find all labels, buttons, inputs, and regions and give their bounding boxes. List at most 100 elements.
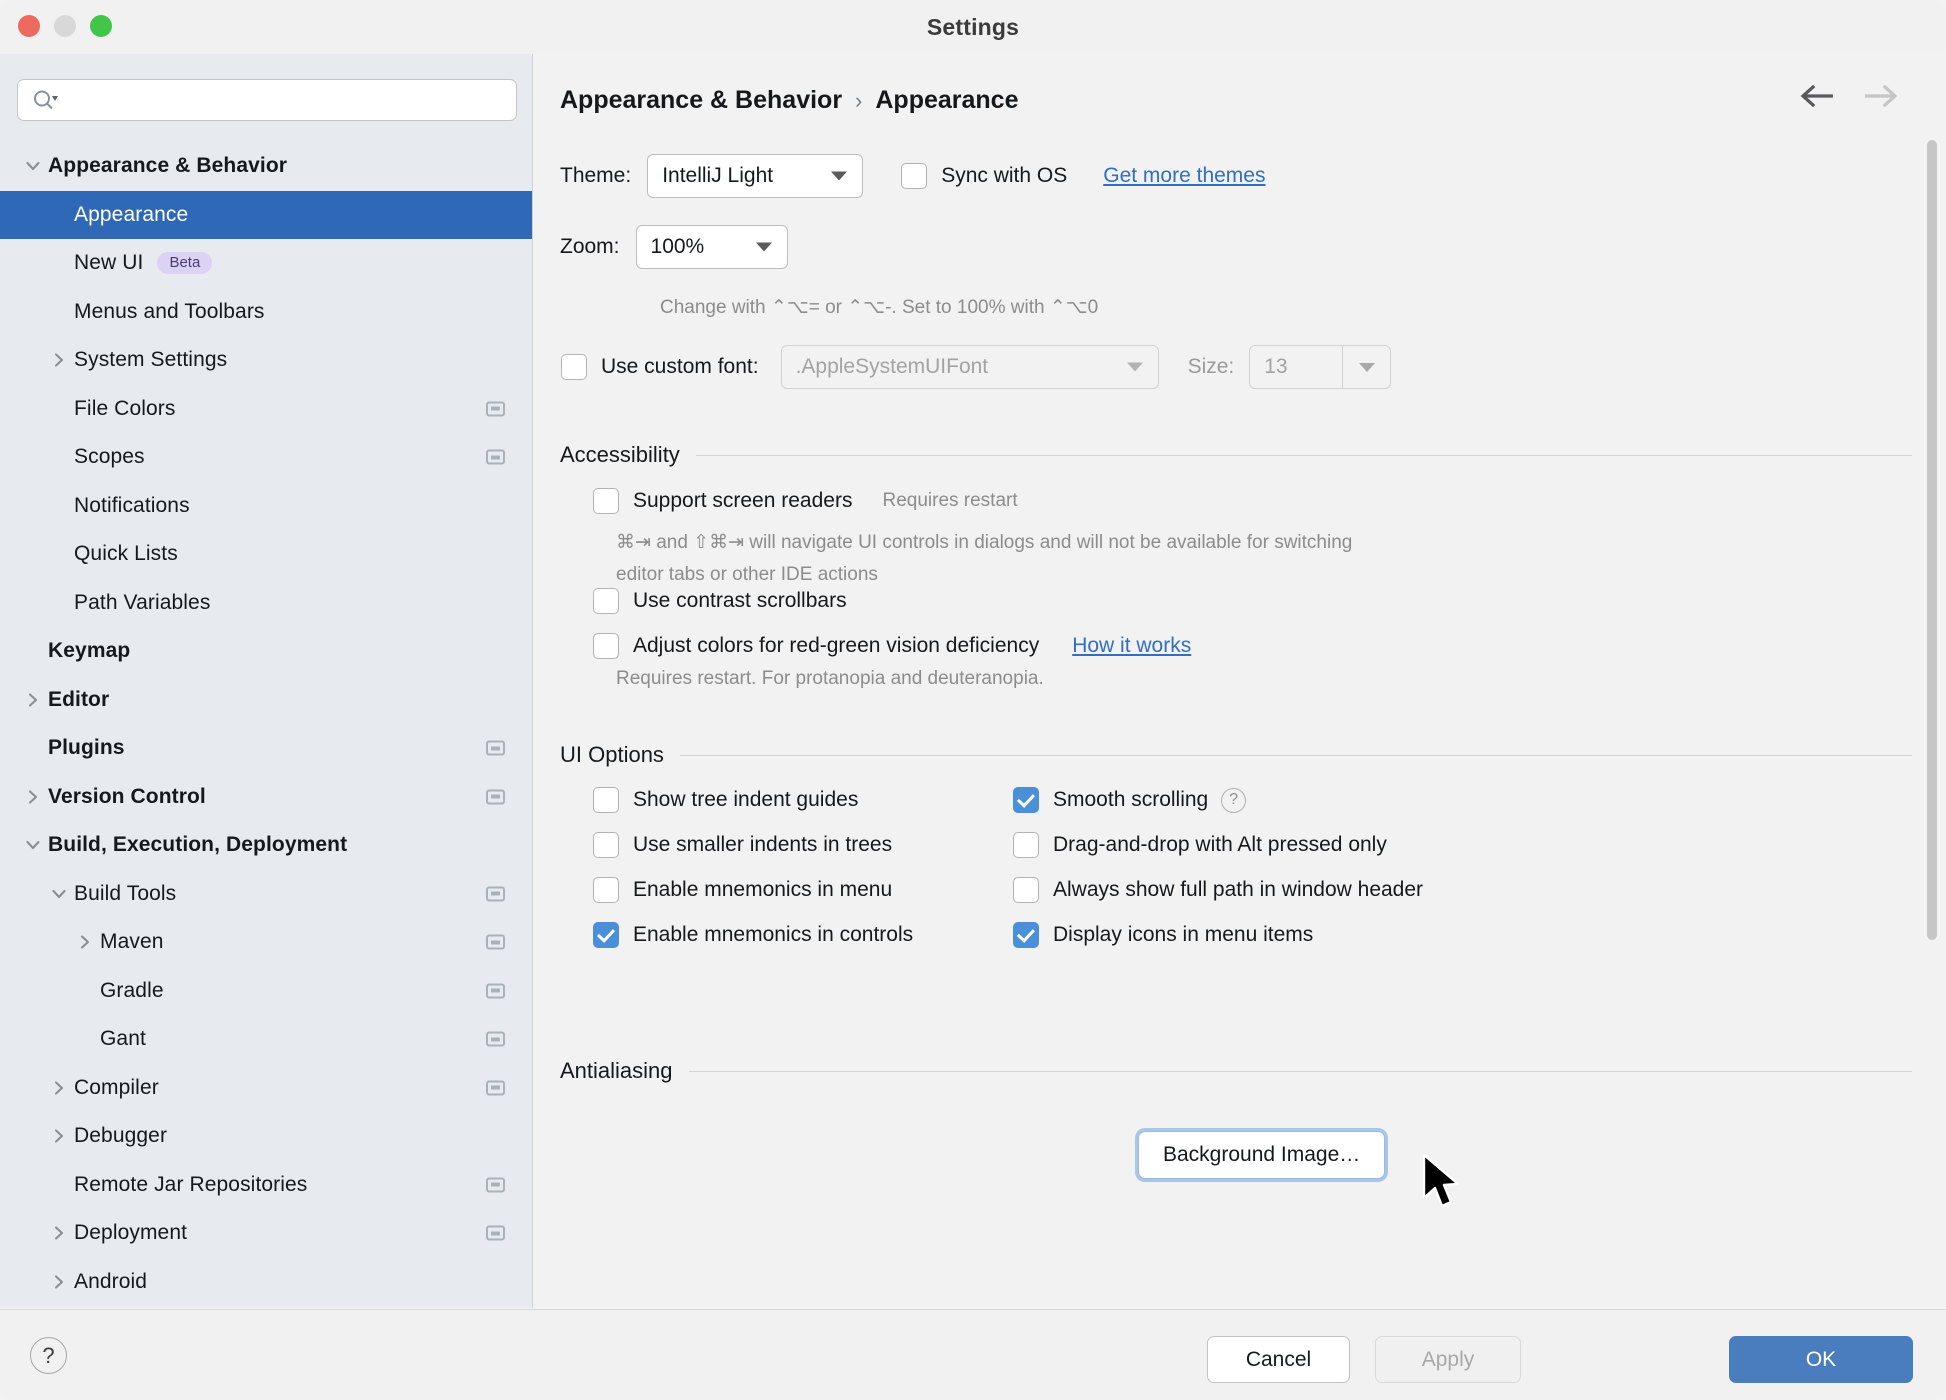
- sidebar-item-scopes[interactable]: Scopes: [0, 433, 532, 482]
- sidebar-item-editor[interactable]: Editor: [0, 676, 532, 725]
- chevron-right-icon[interactable]: [70, 933, 100, 951]
- ui-option-row: Always show full path in window header: [1013, 877, 1423, 903]
- adjust-colors-checkbox[interactable]: [593, 633, 619, 659]
- help-button[interactable]: ?: [30, 1337, 67, 1374]
- option-checkbox-enable-mnemonics-in-menu[interactable]: [593, 877, 619, 903]
- chevron-down-icon[interactable]: [44, 885, 74, 903]
- sidebar-item-system-settings[interactable]: System Settings: [0, 336, 532, 385]
- forward-arrow-icon: [1863, 84, 1899, 113]
- sync-with-os-checkbox[interactable]: [901, 163, 928, 189]
- sidebar-item-android[interactable]: Android: [0, 1258, 532, 1307]
- antialiasing-section-header: Antialiasing: [560, 1058, 1912, 1084]
- background-image-button[interactable]: Background Image…: [1138, 1131, 1386, 1179]
- support-screen-readers-checkbox[interactable]: [593, 488, 619, 514]
- chevron-down-icon[interactable]: [18, 157, 48, 175]
- option-checkbox-smooth-scrolling[interactable]: [1013, 787, 1039, 813]
- sidebar-item-gant[interactable]: Gant: [0, 1015, 532, 1064]
- project-scope-icon: [486, 1225, 505, 1241]
- sidebar-item-label: Quick Lists: [74, 542, 178, 566]
- sidebar-item-gradle[interactable]: Gradle: [0, 967, 532, 1016]
- option-checkbox-always-show-full-path-in-window-header[interactable]: [1013, 877, 1039, 903]
- antialiasing-section-title: Antialiasing: [560, 1058, 673, 1083]
- search-input[interactable]: [58, 80, 516, 120]
- chevron-down-icon[interactable]: [18, 836, 48, 854]
- breadcrumb-separator-icon: ›: [855, 87, 863, 113]
- chevron-right-icon[interactable]: [44, 1224, 74, 1242]
- option-checkbox-drag-and-drop-with-alt-pressed-only[interactable]: [1013, 832, 1039, 858]
- chevron-right-icon[interactable]: [44, 1079, 74, 1097]
- sidebar-item-compiler[interactable]: Compiler: [0, 1064, 532, 1113]
- sidebar-item-path-variables[interactable]: Path Variables: [0, 579, 532, 628]
- get-more-themes-link[interactable]: Get more themes: [1103, 164, 1265, 188]
- project-scope-icon: [486, 449, 505, 465]
- ui-options-section-header: UI Options: [560, 742, 1912, 768]
- apply-button[interactable]: Apply: [1375, 1336, 1521, 1383]
- option-checkbox-display-icons-in-menu-items[interactable]: [1013, 922, 1039, 948]
- theme-select-value: IntelliJ Light: [662, 164, 774, 187]
- sidebar-item-label: Build, Execution, Deployment: [48, 833, 348, 857]
- ui-option-row: Drag-and-drop with Alt pressed only: [1013, 832, 1387, 858]
- use-custom-font-checkbox[interactable]: [561, 354, 587, 380]
- sidebar-item-appearance[interactable]: Appearance: [0, 190, 532, 239]
- chevron-right-icon[interactable]: [18, 691, 48, 709]
- option-checkbox-show-tree-indent-guides[interactable]: [593, 787, 619, 813]
- chevron-down-icon: [1126, 362, 1143, 372]
- chevron-down-icon: [831, 171, 848, 181]
- sidebar-item-debugger[interactable]: Debugger: [0, 1112, 532, 1161]
- sidebar-item-label: Path Variables: [74, 590, 211, 614]
- sidebar-item-deployment[interactable]: Deployment: [0, 1209, 532, 1258]
- chevron-right-icon[interactable]: [44, 351, 74, 369]
- ui-option-row: Use smaller indents in trees: [593, 832, 892, 858]
- how-it-works-link[interactable]: How it works: [1072, 634, 1191, 658]
- breadcrumb-parent[interactable]: Appearance & Behavior: [560, 86, 842, 115]
- breadcrumb-current: Appearance: [875, 86, 1019, 114]
- use-contrast-scrollbars-checkbox[interactable]: [593, 588, 619, 614]
- option-label: Use smaller indents in trees: [633, 833, 893, 856]
- sidebar-item-label: File Colors: [74, 396, 176, 420]
- help-question-icon[interactable]: ?: [1221, 787, 1247, 813]
- ui-option-row: Display icons in menu items: [1013, 922, 1313, 948]
- sidebar-item-quick-lists[interactable]: Quick Lists: [0, 530, 532, 579]
- theme-label: Theme:: [560, 164, 632, 187]
- chevron-right-icon[interactable]: [44, 1273, 74, 1291]
- option-label: Show tree indent guides: [633, 788, 859, 811]
- option-label: Drag-and-drop with Alt pressed only: [1053, 833, 1387, 856]
- sidebar-item-file-colors[interactable]: File Colors: [0, 385, 532, 434]
- custom-font-value: .AppleSystemUIFont: [795, 355, 989, 378]
- sidebar-item-build-execution-deployment[interactable]: Build, Execution, Deployment: [0, 821, 532, 870]
- back-arrow-icon[interactable]: [1799, 84, 1835, 113]
- sidebar-item-build-tools[interactable]: Build Tools: [0, 870, 532, 919]
- font-size-value: 13: [1264, 355, 1288, 378]
- zoom-select[interactable]: 100%: [635, 225, 788, 269]
- content-scrollbar[interactable]: [1927, 140, 1937, 940]
- option-checkbox-enable-mnemonics-in-controls[interactable]: [593, 922, 619, 948]
- font-size-dropdown-button[interactable]: [1342, 346, 1390, 388]
- project-scope-icon: [486, 983, 505, 999]
- sidebar-item-notifications[interactable]: Notifications: [0, 482, 532, 531]
- use-custom-font-label: Use custom font:: [601, 355, 759, 378]
- chevron-right-icon[interactable]: [18, 788, 48, 806]
- project-scope-icon: [486, 1177, 505, 1193]
- sidebar-item-plugins[interactable]: Plugins: [0, 724, 532, 773]
- sidebar-item-keymap[interactable]: Keymap: [0, 627, 532, 676]
- option-checkbox-use-smaller-indents-in-trees[interactable]: [593, 832, 619, 858]
- sidebar-item-menus-and-toolbars[interactable]: Menus and Toolbars: [0, 288, 532, 337]
- sidebar-item-appearance-behavior[interactable]: Appearance & Behavior: [0, 142, 532, 191]
- sidebar-item-label: Compiler: [74, 1075, 159, 1099]
- chevron-right-icon[interactable]: [44, 1127, 74, 1145]
- sidebar-item-new-ui[interactable]: New UI Beta: [0, 239, 532, 288]
- font-size-stepper[interactable]: 13: [1249, 345, 1392, 389]
- custom-font-select[interactable]: .AppleSystemUIFont: [780, 345, 1159, 389]
- sidebar-item-remote-jar-repositories[interactable]: Remote Jar Repositories: [0, 1161, 532, 1210]
- search-box[interactable]: [17, 79, 517, 121]
- sidebar-item-version-control[interactable]: Version Control: [0, 773, 532, 822]
- project-scope-icon: [486, 934, 505, 950]
- ui-option-row: Show tree indent guides: [593, 787, 858, 813]
- theme-select[interactable]: IntelliJ Light: [647, 154, 864, 198]
- sidebar-item-maven[interactable]: Maven: [0, 918, 532, 967]
- breadcrumb: Appearance & Behavior › Appearance: [560, 86, 1019, 115]
- sidebar-item-label: Appearance: [74, 202, 189, 226]
- settings-sidebar: Appearance & Behavior Appearance New UI Bet…: [0, 54, 533, 1308]
- ok-button[interactable]: OK: [1729, 1336, 1913, 1383]
- cancel-button[interactable]: Cancel: [1207, 1336, 1350, 1383]
